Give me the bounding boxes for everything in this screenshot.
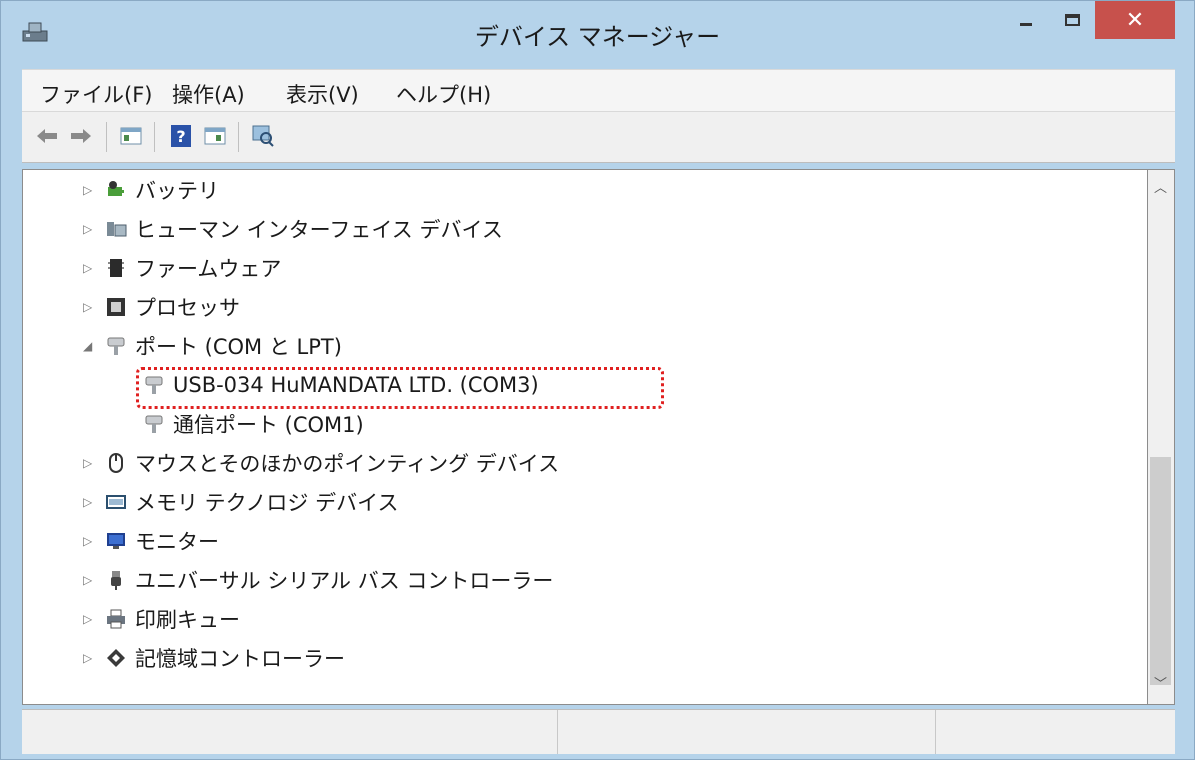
tree-node-usb-controllers[interactable]: ▷ ユニバーサル シリアル バス コントローラー: [83, 562, 553, 598]
usb-icon: [111, 571, 121, 590]
menu-view[interactable]: 表示(V): [286, 79, 359, 109]
tree-node-label: ヒューマン インターフェイス デバイス: [135, 218, 503, 242]
title-bar[interactable]: デバイス マネージャー ✕: [1, 1, 1194, 59]
expand-arrow-icon[interactable]: ▷: [83, 300, 97, 314]
status-divider: [935, 710, 936, 754]
forward-button[interactable]: [68, 123, 94, 149]
tree-node-label: メモリ テクノロジ デバイス: [135, 491, 399, 515]
close-button[interactable]: ✕: [1095, 1, 1175, 39]
tree-node-label: ユニバーサル シリアル バス コントローラー: [135, 569, 554, 593]
expand-arrow-icon[interactable]: ▷: [83, 651, 97, 665]
vertical-scrollbar[interactable]: ︿ ﹀: [1148, 169, 1175, 705]
tree-node-label: モニター: [135, 530, 219, 554]
tree-node-label: ファームウェア: [135, 257, 282, 281]
forward-arrow-icon: [71, 129, 91, 143]
hid-icon: [107, 222, 127, 237]
scan-hardware-button[interactable]: [250, 123, 276, 149]
mouse-icon: [109, 453, 123, 473]
update-driver-icon: [204, 127, 226, 145]
status-divider: [557, 710, 558, 754]
tree-node-memory-tech[interactable]: ▷ メモリ テクノロジ デバイス: [83, 484, 398, 520]
properties-icon: [120, 127, 142, 145]
back-arrow-icon: [37, 129, 57, 143]
battery-icon: [108, 181, 124, 196]
tree-node-print-queues[interactable]: ▷ 印刷キュー: [83, 601, 240, 637]
expand-arrow-icon[interactable]: ▷: [83, 261, 97, 275]
expand-arrow-icon[interactable]: ▷: [83, 573, 97, 587]
menu-action[interactable]: 操作(A): [172, 79, 245, 109]
port-icon: [145, 415, 163, 433]
minimize-button[interactable]: [1003, 1, 1049, 39]
memory-icon: [106, 495, 126, 509]
minimize-icon: [1020, 22, 1032, 26]
expand-arrow-icon[interactable]: ▷: [83, 534, 97, 548]
back-button[interactable]: [34, 123, 60, 149]
device-manager-window: デバイス マネージャー ✕ ファイル(F) 操作(A) 表示(V) ヘルプ(H)…: [0, 0, 1195, 760]
maximize-icon: [1064, 14, 1080, 26]
tree-node-label: バッテリ: [135, 179, 219, 203]
expand-arrow-icon[interactable]: ▷: [83, 612, 97, 626]
help-button[interactable]: ?: [168, 123, 194, 149]
properties-button[interactable]: [118, 123, 144, 149]
help-icon: ?: [171, 125, 191, 147]
processor-icon: [107, 298, 125, 316]
status-bar: [22, 709, 1175, 754]
tree-node-com1[interactable]: 通信ポート (COM1): [143, 406, 364, 442]
tree-node-storage-controllers[interactable]: ▷ 記憶域コントローラー: [83, 640, 345, 676]
expand-arrow-icon[interactable]: ▷: [83, 183, 97, 197]
printer-icon: [107, 609, 125, 629]
toolbar: ?: [22, 111, 1175, 163]
tree-node-mouse[interactable]: ▷ マウスとそのほかのポインティング デバイス: [83, 445, 559, 481]
tree-node-label: 印刷キュー: [135, 608, 240, 632]
firmware-icon: [108, 259, 124, 277]
toolbar-separator: [106, 122, 107, 152]
svg-text:?: ?: [176, 127, 185, 146]
expand-arrow-icon[interactable]: ▷: [83, 495, 97, 509]
tree-node-label: プロセッサ: [135, 296, 240, 320]
toolbar-separator: [238, 122, 239, 152]
tree-node-label: ポート (COM と LPT): [135, 335, 342, 359]
storage-controller-icon: [107, 649, 125, 667]
close-icon: ✕: [1125, 7, 1145, 33]
scan-hardware-icon: [252, 125, 274, 147]
tree-node-label: 通信ポート (COM1): [173, 413, 364, 437]
tree-node-battery[interactable]: ▷ バッテリ: [83, 172, 219, 208]
tree-node-label: マウスとそのほかのポインティング デバイス: [135, 452, 560, 476]
scrollbar-thumb[interactable]: [1150, 457, 1171, 685]
tree-node-label: 記憶域コントローラー: [135, 647, 345, 671]
tree-node-hid[interactable]: ▷ ヒューマン インターフェイス デバイス: [83, 211, 503, 247]
expand-arrow-icon[interactable]: ▷: [83, 222, 97, 236]
device-tree[interactable]: ▷ バッテリ ▷ ヒューマン インターフェイス デバイス ▷ ファームウェア ▷…: [22, 169, 1148, 705]
monitor-icon: [107, 533, 125, 549]
highlight-box: [136, 367, 664, 409]
port-icon: [107, 337, 125, 355]
menu-help[interactable]: ヘルプ(H): [396, 79, 491, 109]
scroll-down-icon[interactable]: ﹀: [1148, 674, 1173, 696]
tree-node-monitor[interactable]: ▷ モニター: [83, 523, 219, 559]
menu-file[interactable]: ファイル(F): [40, 79, 152, 109]
tree-node-firmware[interactable]: ▷ ファームウェア: [83, 250, 281, 286]
update-driver-button[interactable]: [202, 123, 228, 149]
collapse-arrow-icon[interactable]: ◢: [83, 339, 97, 353]
tree-node-ports[interactable]: ◢ ポート (COM と LPT): [83, 328, 342, 364]
maximize-button[interactable]: [1049, 1, 1095, 39]
expand-arrow-icon[interactable]: ▷: [83, 456, 97, 470]
scroll-up-icon[interactable]: ︿: [1148, 178, 1173, 200]
tree-node-processor[interactable]: ▷ プロセッサ: [83, 289, 240, 325]
toolbar-separator: [154, 122, 155, 152]
menu-bar: ファイル(F) 操作(A) 表示(V) ヘルプ(H): [22, 69, 1175, 112]
